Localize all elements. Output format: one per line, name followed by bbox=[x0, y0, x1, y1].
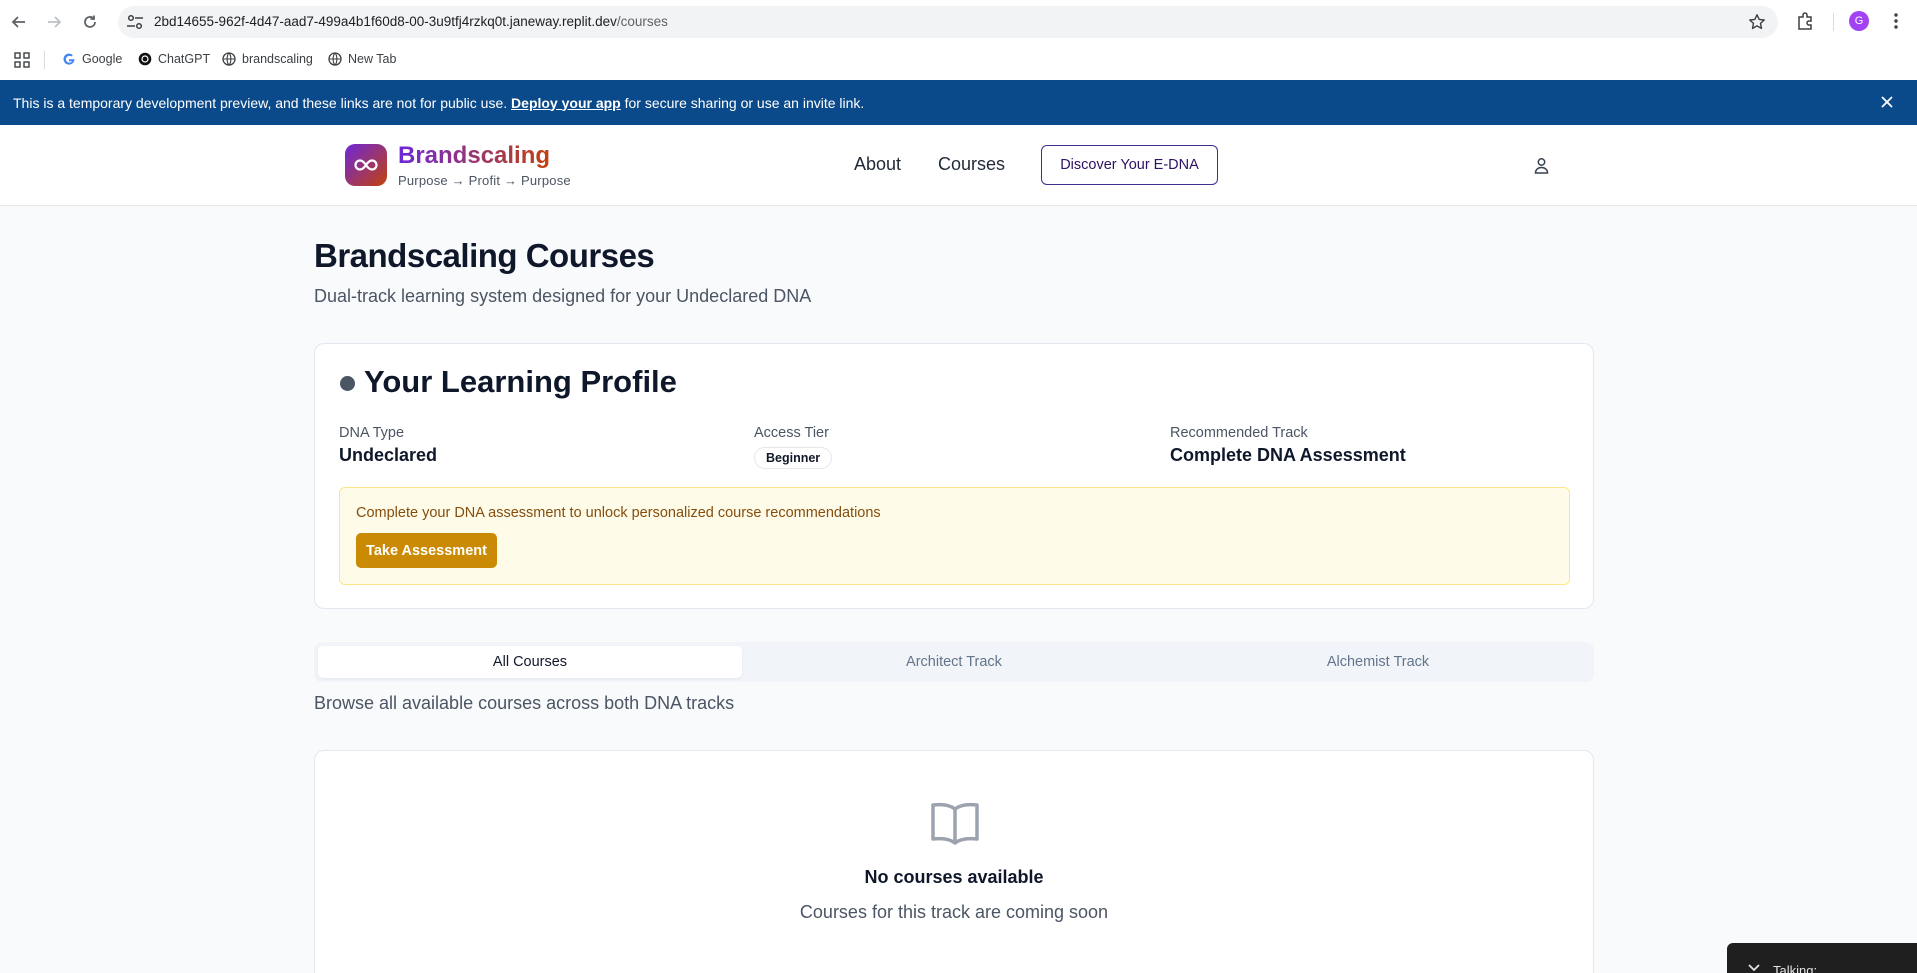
bookmark-chatgpt[interactable]: ChatGPT bbox=[138, 50, 210, 68]
tab-alchemist-track[interactable]: Alchemist Track bbox=[1166, 646, 1590, 678]
tab-architect-track[interactable]: Architect Track bbox=[742, 646, 1166, 678]
back-button[interactable] bbox=[7, 10, 31, 34]
chevron-down-icon[interactable] bbox=[1747, 963, 1761, 973]
bookmark-label: brandscaling bbox=[242, 52, 313, 66]
extensions-icon[interactable] bbox=[1795, 11, 1815, 31]
nav-courses[interactable]: Courses bbox=[938, 154, 1005, 175]
infinity-icon bbox=[354, 159, 378, 171]
discover-edna-button[interactable]: Discover Your E-DNA bbox=[1041, 145, 1218, 185]
access-tier-label: Access Tier bbox=[754, 425, 829, 441]
chatgpt-icon bbox=[138, 52, 152, 66]
track-tabs: All Courses Architect Track Alchemist Tr… bbox=[314, 642, 1594, 682]
dna-type-label: DNA Type bbox=[339, 425, 405, 441]
dna-type-value: Undeclared bbox=[339, 445, 438, 465]
book-open-icon bbox=[931, 802, 979, 845]
learning-profile-title: Your Learning Profile bbox=[364, 364, 677, 399]
user-icon[interactable] bbox=[1533, 157, 1550, 174]
empty-state-title: No courses available bbox=[864, 867, 1044, 887]
empty-state-subtitle: Courses for this track are coming soon bbox=[799, 902, 1109, 922]
recommended-track-value: Complete DNA Assessment bbox=[1170, 445, 1406, 465]
globe-icon bbox=[222, 52, 236, 66]
bookmarks-divider bbox=[44, 51, 45, 69]
page-title: Brandscaling Courses bbox=[314, 237, 655, 274]
tab-all-courses[interactable]: All Courses bbox=[318, 646, 742, 678]
google-icon bbox=[63, 53, 75, 65]
bookmark-brandscaling[interactable]: brandscaling bbox=[222, 50, 313, 68]
url-text[interactable]: 2bd14655-962f-4d47-aad7-499a4b1f60d8-00-… bbox=[154, 14, 668, 29]
bookmark-star-icon[interactable] bbox=[1748, 13, 1766, 31]
banner-text: This is a temporary development preview,… bbox=[13, 95, 864, 111]
site-header: Brandscaling Purpose → Profit → Purpose … bbox=[0, 125, 1917, 206]
site-settings-icon[interactable] bbox=[126, 14, 144, 30]
arrow-left-icon bbox=[11, 16, 25, 28]
learning-profile-card: Your Learning Profile DNA Type Undeclare… bbox=[314, 343, 1594, 609]
brand-logo[interactable] bbox=[345, 144, 387, 186]
nav-about[interactable]: About bbox=[854, 154, 901, 175]
url-host: 2bd14655-962f-4d47-aad7-499a4b1f60d8-00-… bbox=[154, 14, 617, 29]
access-tier-badge: Beginner bbox=[754, 447, 833, 469]
status-dot bbox=[340, 376, 355, 391]
close-icon[interactable] bbox=[1879, 94, 1895, 110]
talking-label: Talking: bbox=[1773, 963, 1818, 973]
take-assessment-button[interactable]: Take Assessment bbox=[356, 533, 497, 568]
forward-button[interactable] bbox=[42, 10, 66, 34]
bookmark-label: ChatGPT bbox=[158, 52, 211, 66]
assessment-notice-text: Complete your DNA assessment to unlock p… bbox=[356, 505, 881, 521]
bookmarks-bar: Google ChatGPT brandscaling New Tab bbox=[0, 44, 1917, 74]
bookmark-label: Google bbox=[82, 52, 123, 66]
empty-courses-card: No courses available Courses for this tr… bbox=[314, 750, 1594, 973]
recommended-track-label: Recommended Track bbox=[1170, 425, 1308, 441]
bookmark-new-tab[interactable]: New Tab bbox=[328, 50, 396, 68]
bookmark-label: New Tab bbox=[348, 52, 397, 66]
page-subtitle: Dual-track learning system designed for … bbox=[314, 286, 812, 306]
banner-text-after: for secure sharing or use an invite link… bbox=[624, 94, 865, 111]
address-bar[interactable]: 2bd14655-962f-4d47-aad7-499a4b1f60d8-00-… bbox=[118, 6, 1778, 38]
dev-preview-banner: This is a temporary development preview,… bbox=[0, 80, 1917, 125]
url-path: /courses bbox=[616, 14, 668, 29]
reload-button[interactable] bbox=[78, 10, 102, 34]
profile-avatar[interactable]: G bbox=[1849, 11, 1869, 31]
brand-name[interactable]: Brandscaling bbox=[398, 142, 550, 170]
assessment-notice: Complete your DNA assessment to unlock p… bbox=[339, 487, 1570, 585]
bookmark-google[interactable]: Google bbox=[62, 50, 122, 68]
apps-grid-icon[interactable] bbox=[14, 52, 30, 68]
globe-icon bbox=[328, 52, 342, 66]
browse-description: Browse all available courses across both… bbox=[314, 693, 735, 713]
brand-tagline: Purpose → Profit → Purpose bbox=[398, 173, 571, 188]
more-menu-icon[interactable] bbox=[1888, 11, 1904, 31]
talking-widget[interactable]: Talking: bbox=[1727, 943, 1917, 973]
arrow-right-icon bbox=[48, 16, 62, 28]
deploy-app-link[interactable]: Deploy your app bbox=[511, 95, 621, 111]
toolbar-divider bbox=[1833, 13, 1834, 31]
reload-icon bbox=[84, 15, 96, 28]
browser-chrome: 2bd14655-962f-4d47-aad7-499a4b1f60d8-00-… bbox=[0, 0, 1917, 80]
banner-text-before: This is a temporary development preview,… bbox=[13, 94, 508, 111]
